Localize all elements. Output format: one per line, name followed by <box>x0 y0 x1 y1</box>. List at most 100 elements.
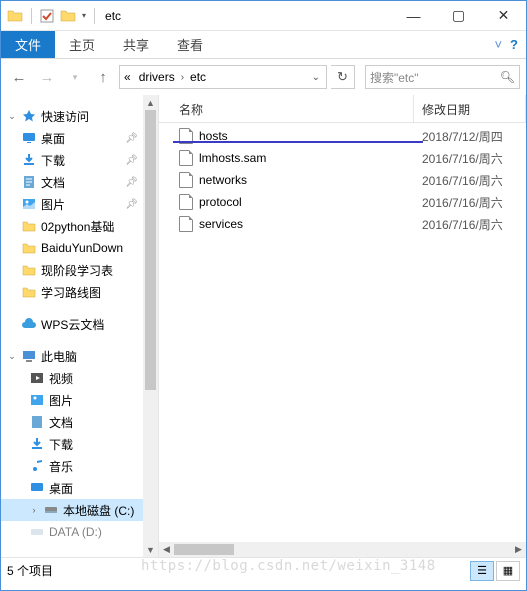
document-icon <box>29 414 45 430</box>
scroll-thumb[interactable] <box>145 110 156 390</box>
back-button[interactable]: ← <box>7 65 31 89</box>
folder-icon <box>21 218 37 234</box>
nav-downloads[interactable]: 下载 📌︎ <box>1 149 158 171</box>
scroll-right-icon[interactable]: ▶ <box>511 542 526 557</box>
nav-folder[interactable]: BaiduYunDown <box>1 237 158 259</box>
file-name: lmhosts.sam <box>199 151 266 165</box>
view-details-button[interactable]: ☰ <box>470 561 494 581</box>
ribbon-tabs: 文件 主页 共享 查看 ˅ ? <box>1 31 526 59</box>
nav-drive-c[interactable]: › 本地磁盘 (C:) <box>1 499 158 521</box>
horizontal-scrollbar[interactable]: ◀ ▶ <box>159 542 526 557</box>
nav-documents[interactable]: 文档 📌︎ <box>1 171 158 193</box>
separator <box>31 8 32 24</box>
recent-dropdown-icon[interactable]: ▾ <box>63 65 87 89</box>
nav-desktop[interactable]: 桌面 <box>1 477 158 499</box>
scroll-up-icon[interactable]: ▲ <box>143 95 158 110</box>
up-button[interactable]: ↑ <box>91 65 115 89</box>
nav-label: 音乐 <box>49 458 73 475</box>
expand-icon[interactable]: ⌄ <box>7 351 17 362</box>
search-icon[interactable]: 🔍︎ <box>500 70 515 84</box>
nav-documents[interactable]: 文档 <box>1 411 158 433</box>
nav-label: 02python基础 <box>41 218 114 235</box>
pin-icon: 📌︎ <box>125 133 138 144</box>
breadcrumb-etc[interactable]: etc <box>186 66 210 88</box>
nav-quick-access[interactable]: ⌄ 快速访问 <box>1 105 158 127</box>
breadcrumb-prefix[interactable]: « <box>120 66 135 88</box>
file-date: 2016/7/16/周六 <box>414 150 526 167</box>
nav-folder[interactable]: 学习路线图 <box>1 281 158 303</box>
nav-label: 桌面 <box>49 480 73 497</box>
expand-icon[interactable]: › <box>29 505 39 515</box>
nav-label: 文档 <box>49 414 73 431</box>
nav-desktop[interactable]: 桌面 📌︎ <box>1 127 158 149</box>
file-name: networks <box>199 173 247 187</box>
scroll-thumb[interactable] <box>174 544 234 555</box>
close-button[interactable]: ✕ <box>481 1 526 30</box>
checkbox-icon[interactable] <box>40 9 54 23</box>
file-row[interactable]: hosts 2018/7/12/周四 <box>159 125 526 147</box>
download-icon <box>29 436 45 452</box>
expand-icon[interactable]: ⌄ <box>7 111 17 122</box>
file-name: protocol <box>199 195 242 209</box>
file-row[interactable]: protocol 2016/7/16/周六 <box>159 191 526 213</box>
nav-wps-cloud[interactable]: WPS云文档 <box>1 313 158 335</box>
separator <box>94 8 95 24</box>
tab-file[interactable]: 文件 <box>1 31 55 58</box>
nav-label: 现阶段学习表 <box>41 262 113 279</box>
folder-icon <box>21 284 37 300</box>
view-icons-button[interactable]: ▦ <box>496 561 520 581</box>
nav-pictures[interactable]: 图片 <box>1 389 158 411</box>
nav-downloads[interactable]: 下载 <box>1 433 158 455</box>
minimize-button[interactable]: — <box>391 1 436 30</box>
video-icon <box>29 370 45 386</box>
nav-label: 桌面 <box>41 130 65 147</box>
tab-home[interactable]: 主页 <box>55 31 109 58</box>
qat-dropdown-icon[interactable]: ▾ <box>82 11 86 20</box>
nav-pictures[interactable]: 图片 📌︎ <box>1 193 158 215</box>
nav-music[interactable]: 音乐 <box>1 455 158 477</box>
search-input[interactable]: 搜索"etc" 🔍︎ <box>365 65 520 89</box>
refresh-button[interactable]: ↻ <box>331 65 355 89</box>
status-bar: 5 个项目 ☰ ▦ <box>1 557 526 583</box>
folder-icon <box>7 8 23 24</box>
music-icon <box>29 458 45 474</box>
nav-videos[interactable]: 视频 <box>1 367 158 389</box>
file-icon <box>179 194 193 210</box>
scroll-down-icon[interactable]: ▼ <box>143 542 158 557</box>
ribbon-chevron-icon[interactable]: ˅ <box>494 37 502 52</box>
tab-share[interactable]: 共享 <box>109 31 163 58</box>
scroll-left-icon[interactable]: ◀ <box>159 542 174 557</box>
nav-label: 视频 <box>49 370 73 387</box>
file-icon <box>179 150 193 166</box>
nav-folder[interactable]: 02python基础 <box>1 215 158 237</box>
forward-button[interactable]: → <box>35 65 59 89</box>
column-date[interactable]: 修改日期 <box>414 95 526 122</box>
status-item-count: 5 个项目 <box>7 562 53 579</box>
search-placeholder: 搜索"etc" <box>370 69 419 86</box>
nav-folder[interactable]: 现阶段学习表 <box>1 259 158 281</box>
nav-label: 快速访问 <box>41 108 89 125</box>
drive-icon <box>43 502 59 518</box>
file-row[interactable]: services 2016/7/16/周六 <box>159 213 526 235</box>
file-list: hosts 2018/7/12/周四 lmhosts.sam 2016/7/16… <box>159 123 526 235</box>
file-row[interactable]: networks 2016/7/16/周六 <box>159 169 526 191</box>
breadcrumb-drivers[interactable]: drivers <box>135 66 179 88</box>
maximize-button[interactable]: ▢ <box>436 1 481 30</box>
file-date: 2018/7/12/周四 <box>414 128 526 145</box>
folder-icon[interactable] <box>60 8 76 24</box>
file-row[interactable]: lmhosts.sam 2016/7/16/周六 <box>159 147 526 169</box>
help-icon[interactable]: ? <box>510 37 518 52</box>
chevron-right-icon[interactable]: › <box>179 72 186 83</box>
address-dropdown-icon[interactable]: ⌄ <box>306 72 326 83</box>
column-name[interactable]: 名称 <box>159 95 414 122</box>
nav-drive-d[interactable]: DATA (D:) <box>1 521 158 543</box>
desktop-icon <box>29 480 45 496</box>
tab-view[interactable]: 查看 <box>163 31 217 58</box>
nav-this-pc[interactable]: ⌄ 此电脑 <box>1 345 158 367</box>
address-bar[interactable]: « drivers › etc ⌄ <box>119 65 327 89</box>
download-icon <box>21 152 37 168</box>
nav-scrollbar[interactable]: ▲ ▼ <box>143 95 158 557</box>
pin-icon: 📌︎ <box>125 199 138 210</box>
file-name: services <box>199 217 243 231</box>
quick-access-toolbar: ▾ <box>1 8 97 24</box>
